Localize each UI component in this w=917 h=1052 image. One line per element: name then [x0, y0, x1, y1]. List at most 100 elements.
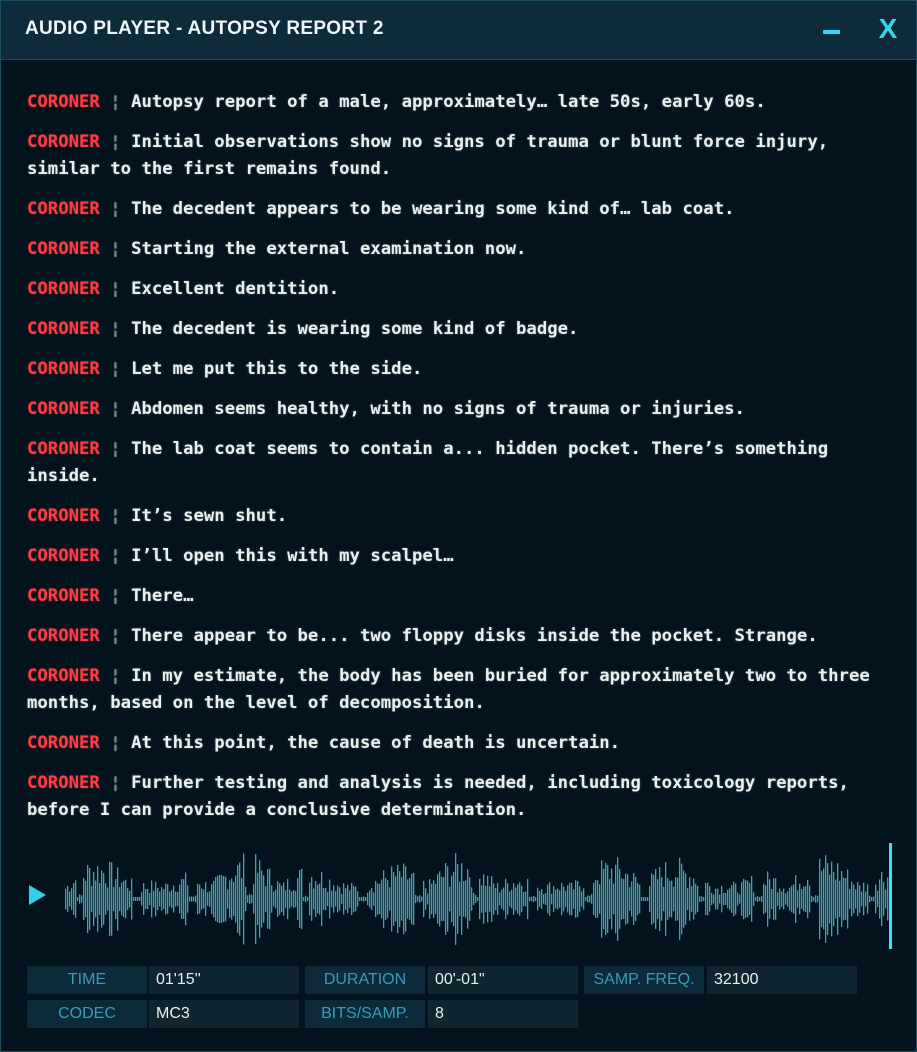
waveform-bar	[709, 886, 711, 912]
waveform[interactable]	[65, 851, 889, 947]
waveform-bar	[497, 883, 499, 915]
waveform-bar	[471, 887, 473, 911]
waveform-bar	[389, 887, 391, 911]
waveform-bar	[459, 881, 461, 917]
waveform-bar	[169, 891, 171, 907]
speaker-name: CORONER	[27, 439, 100, 459]
waveform-bar	[651, 873, 653, 925]
playhead-marker[interactable]	[889, 843, 892, 949]
waveform-bar	[769, 879, 771, 919]
waveform-bar	[639, 884, 641, 914]
waveform-bar	[611, 868, 613, 930]
waveform-bar	[173, 885, 175, 913]
waveform-bar	[341, 893, 343, 905]
waveform-bar	[579, 886, 581, 912]
speaker-name: CORONER	[27, 399, 100, 419]
waveform-bar	[345, 888, 347, 910]
speaker-name: CORONER	[27, 92, 100, 112]
waveform-bar	[557, 888, 559, 910]
waveform-bar	[799, 883, 801, 915]
waveform-bar	[347, 884, 349, 914]
waveform-bar	[733, 881, 735, 917]
transcript-line: CORONER ¦ Let me put this to the side.	[27, 356, 897, 383]
transcript-line: CORONER ¦ The decedent is wearing some k…	[27, 316, 897, 343]
waveform-bar	[125, 879, 127, 919]
waveform-bar	[501, 889, 503, 909]
samp-freq-label: SAMP. FREQ.	[584, 966, 704, 994]
waveform-bar	[391, 866, 393, 932]
waveform-bar	[141, 892, 143, 906]
minimize-button[interactable]	[821, 23, 843, 37]
waveform-bar	[277, 881, 279, 917]
waveform-bar	[795, 875, 797, 923]
waveform-bar	[607, 864, 609, 934]
waveform-bar	[731, 885, 733, 913]
waveform-bar	[573, 889, 575, 909]
waveform-bar	[323, 888, 325, 910]
speaker-name: CORONER	[27, 279, 100, 299]
waveform-bar	[143, 883, 145, 915]
waveform-bar	[271, 885, 273, 913]
play-button[interactable]	[29, 885, 46, 905]
transcript-text: There…	[131, 586, 194, 606]
waveform-bar	[227, 889, 229, 909]
waveform-bar	[457, 864, 459, 934]
waveform-bar	[129, 890, 131, 908]
waveform-bar	[293, 889, 295, 909]
audio-player-window: AUDIO PLAYER - AUTOPSY REPORT 2 X CORONE…	[0, 0, 917, 1052]
waveform-bar	[245, 886, 247, 912]
waveform-bar	[539, 890, 541, 908]
waveform-bar	[265, 886, 267, 912]
separator: ¦	[99, 319, 132, 339]
waveform-bar	[225, 876, 227, 922]
close-button[interactable]: X	[873, 13, 903, 45]
transcript-text: Autopsy report of a male, approximately……	[131, 92, 766, 112]
separator: ¦	[99, 199, 132, 219]
waveform-bar	[671, 880, 673, 918]
waveform-bar	[495, 887, 497, 911]
waveform-bar	[545, 893, 547, 905]
waveform-bar	[329, 879, 331, 919]
waveform-bar	[535, 897, 537, 901]
waveform-bar	[229, 880, 231, 918]
waveform-bar	[133, 897, 135, 901]
waveform-bar	[241, 878, 243, 920]
transcript-text: Let me put this to the side.	[131, 359, 423, 379]
waveform-bar	[365, 897, 367, 901]
waveform-bar	[81, 895, 83, 903]
waveform-bar	[583, 888, 585, 910]
separator: ¦	[99, 506, 132, 526]
waveform-bar	[529, 896, 531, 902]
time-label: TIME	[27, 966, 147, 994]
waveform-bar	[155, 881, 157, 917]
window-title: AUDIO PLAYER - AUTOPSY REPORT 2	[25, 18, 384, 39]
waveform-bar	[649, 885, 651, 913]
waveform-bar	[783, 888, 785, 910]
waveform-bar	[503, 887, 505, 911]
waveform-bar	[411, 873, 413, 925]
waveform-bar	[613, 883, 615, 915]
title-bar[interactable]: AUDIO PLAYER - AUTOPSY REPORT 2 X	[1, 1, 916, 60]
waveform-bar	[381, 879, 383, 919]
waveform-bar	[171, 889, 173, 909]
waveform-bar	[751, 876, 753, 922]
waveform-bar	[657, 879, 659, 919]
waveform-bar	[683, 870, 685, 928]
waveform-bar	[621, 878, 623, 920]
waveform-bar	[273, 891, 275, 907]
waveform-bar	[93, 872, 95, 926]
waveform-bar	[681, 863, 683, 935]
waveform-bar	[165, 883, 167, 915]
waveform-bar	[393, 872, 395, 926]
waveform-bar	[167, 884, 169, 914]
waveform-bar	[631, 881, 633, 917]
waveform-bar	[421, 896, 423, 902]
waveform-bar	[815, 895, 817, 903]
waveform-bar	[291, 891, 293, 907]
waveform-bar	[349, 890, 351, 908]
waveform-bar	[215, 877, 217, 921]
waveform-bar	[479, 878, 481, 920]
speaker-name: CORONER	[27, 506, 100, 526]
waveform-bar	[861, 891, 863, 907]
waveform-bar	[625, 873, 627, 925]
